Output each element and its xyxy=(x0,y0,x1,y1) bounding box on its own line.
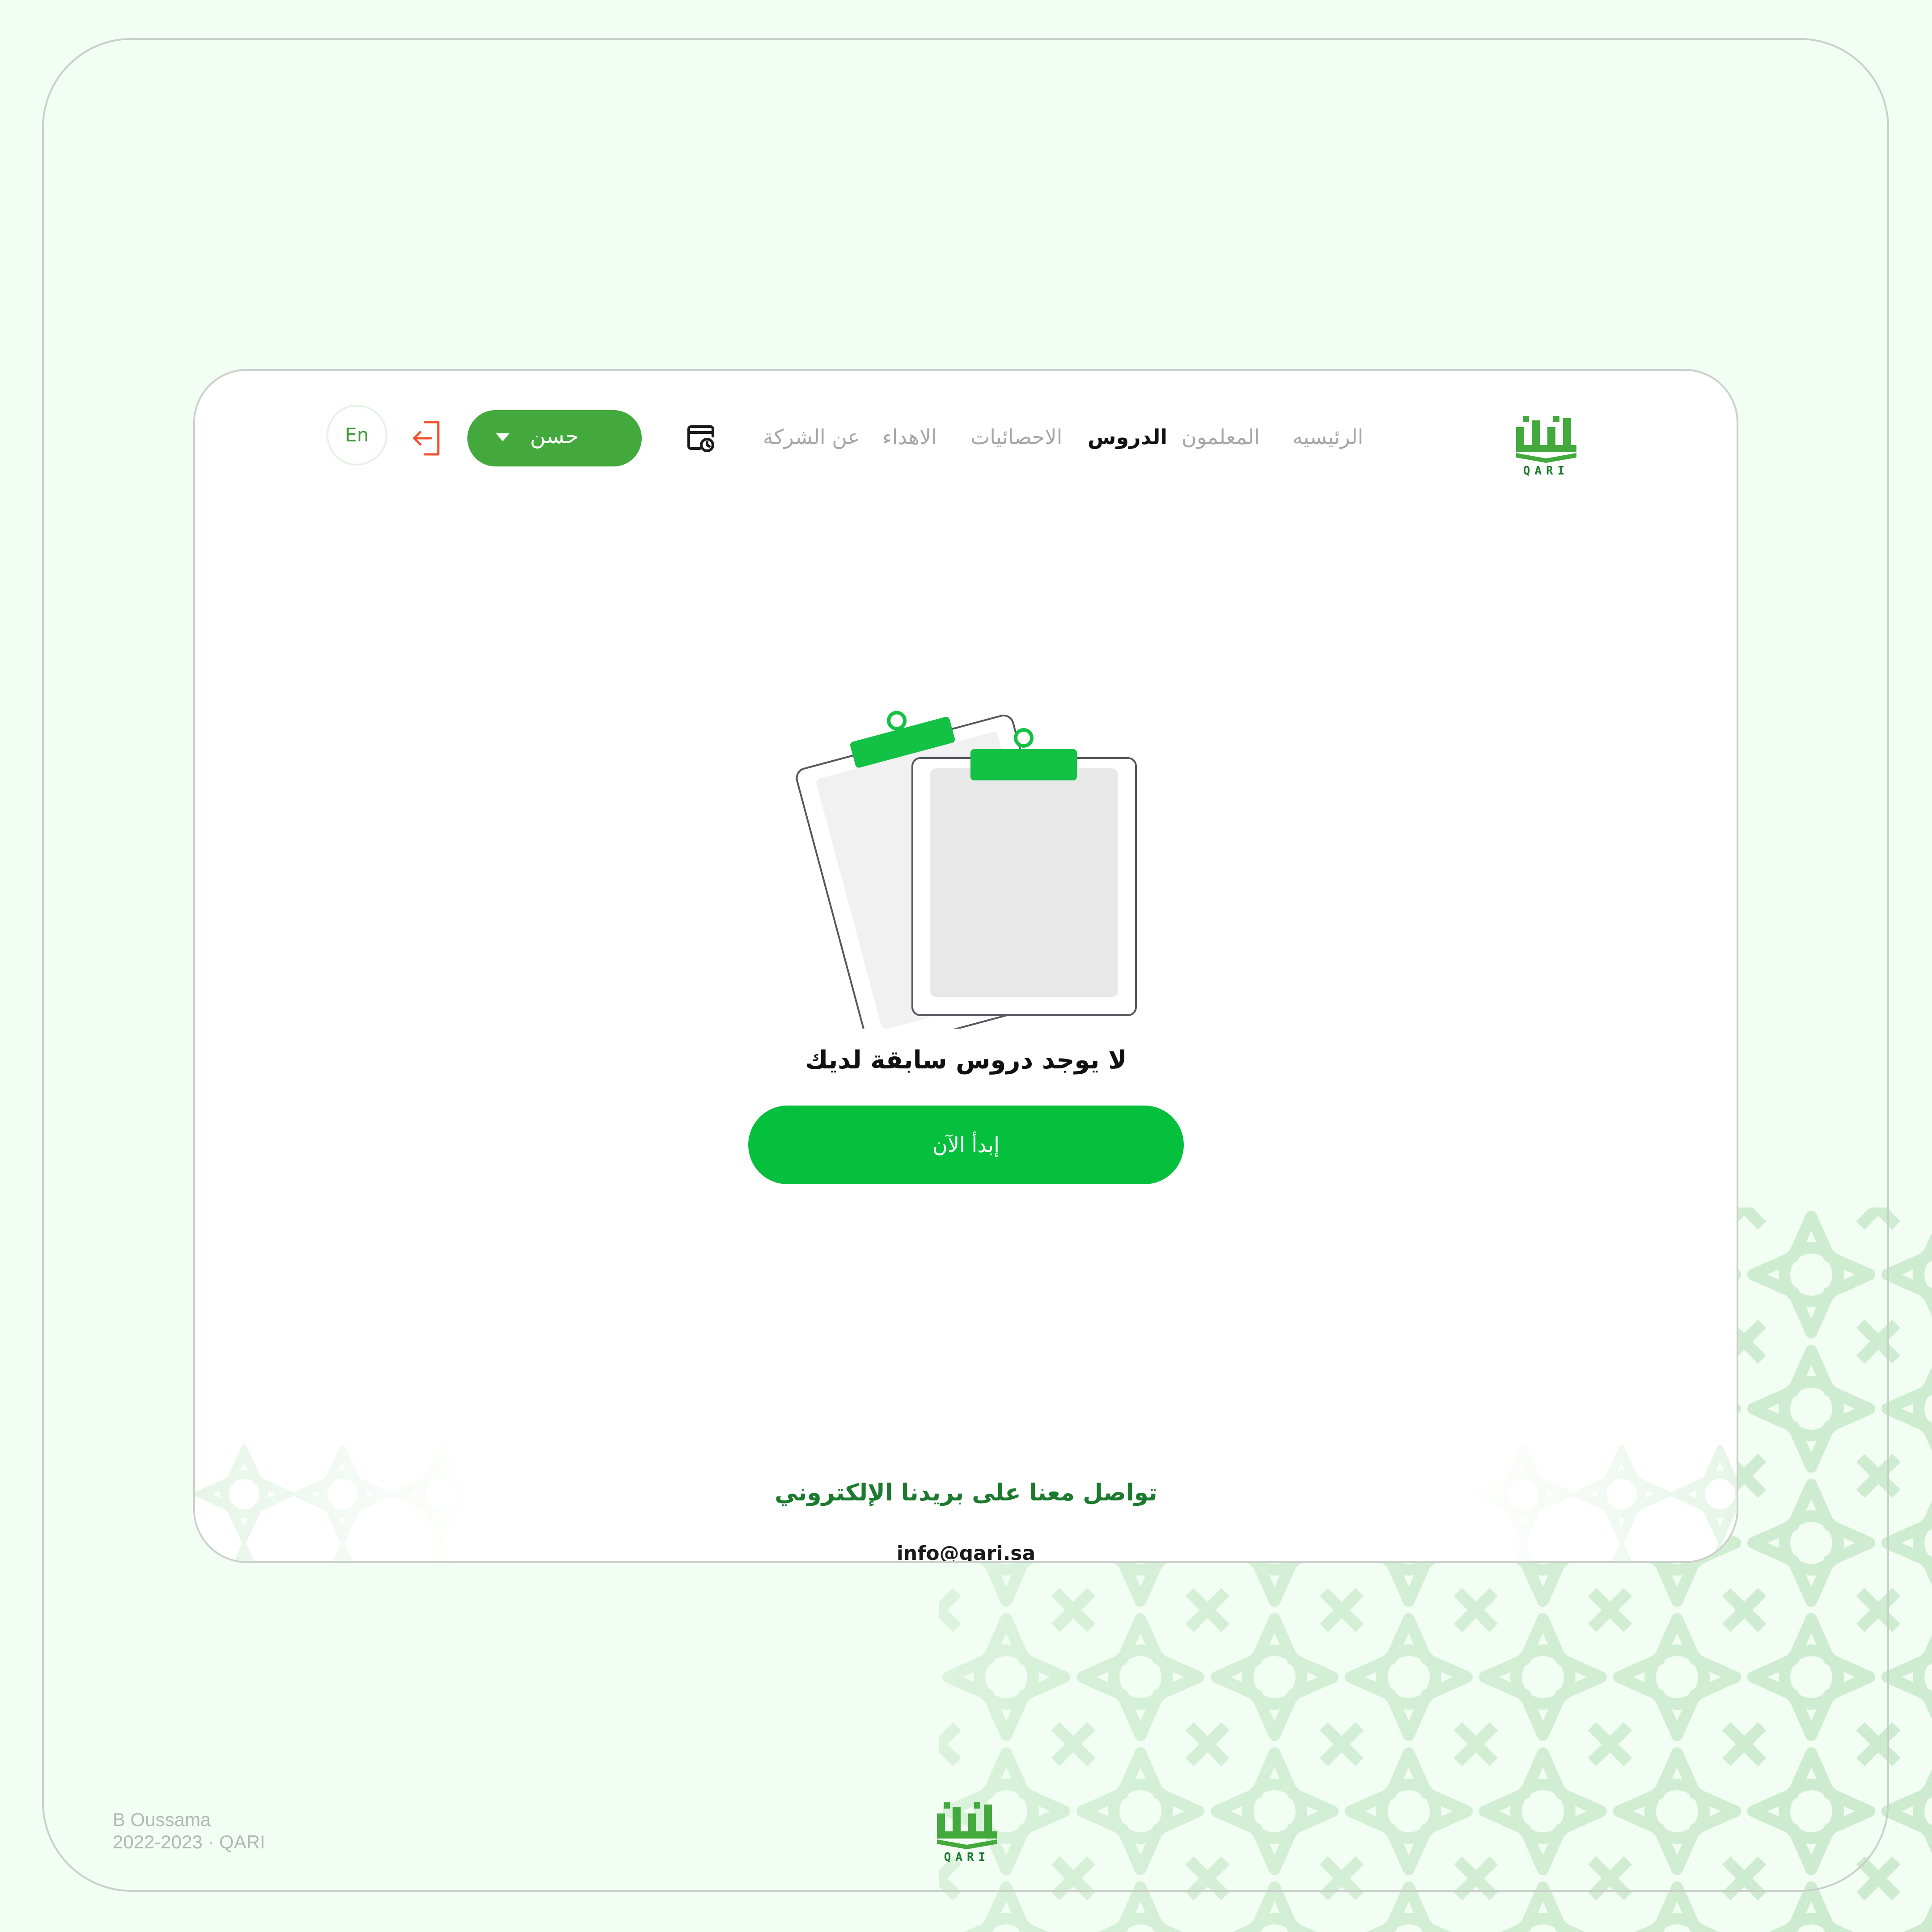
qari-logo-footer: QARI xyxy=(935,1800,1000,1863)
nav-about[interactable]: عن الشركة xyxy=(763,425,860,449)
contact-email-link[interactable]: info@qari.sa xyxy=(195,1542,1737,1561)
contact-title: تواصل معنا على بريدنا الإلكتروني xyxy=(775,1479,1157,1506)
chevron-down-icon xyxy=(496,433,509,441)
logo-text: QARI xyxy=(1523,464,1569,476)
nav-teachers[interactable]: المعلمون xyxy=(1182,425,1260,449)
clipboards-illustration xyxy=(796,711,1137,1029)
user-menu-button[interactable]: حسن xyxy=(467,410,642,466)
calendar-clock-icon[interactable] xyxy=(686,423,718,456)
qari-logo[interactable]: QARI xyxy=(1514,414,1579,476)
empty-state-message: لا يوجد دروس سابقة لديك xyxy=(805,1046,1127,1075)
credit-author: B Oussama xyxy=(113,1809,211,1830)
credit-year: 2022-2023 · QARI xyxy=(113,1831,265,1852)
user-name: حسن xyxy=(530,424,579,449)
language-toggle[interactable]: En xyxy=(326,405,387,466)
nav-statistics[interactable]: الاحصائيات xyxy=(970,425,1062,449)
nav-dedication[interactable]: الاهداء xyxy=(882,425,937,449)
logout-icon[interactable] xyxy=(411,420,443,458)
nav-home[interactable]: الرئيسيه xyxy=(1292,425,1363,449)
email-clip: info@qari.sa xyxy=(195,1534,1737,1561)
logo-footer-text: QARI xyxy=(944,1851,990,1863)
start-now-button[interactable]: إبدأ الآن xyxy=(748,1106,1184,1184)
nav-lessons[interactable]: الدروس xyxy=(1088,425,1167,449)
